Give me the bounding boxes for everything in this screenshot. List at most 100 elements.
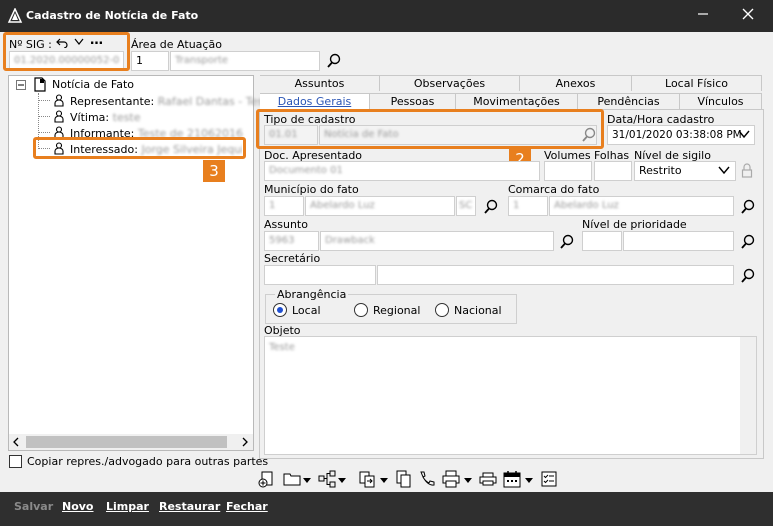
folder-icon[interactable] bbox=[283, 470, 301, 488]
tab-observacoes[interactable]: Observações bbox=[380, 75, 520, 91]
secretario-code-input[interactable] bbox=[264, 265, 376, 285]
close-icon bbox=[742, 8, 754, 20]
comarca-code-input[interactable]: 1 bbox=[508, 196, 548, 216]
tab-local-fisico[interactable]: Local Físico bbox=[632, 75, 762, 91]
tree-item-representante[interactable]: Representante: Rafael Dantas - Teste bbox=[70, 95, 274, 108]
prioridade-code-input[interactable] bbox=[582, 231, 622, 251]
radio-nacional[interactable] bbox=[435, 303, 449, 317]
search-icon[interactable] bbox=[739, 198, 757, 216]
app-logo-icon bbox=[7, 8, 23, 23]
transfer-icon[interactable] bbox=[358, 470, 376, 488]
datahora-input[interactable]: 31/01/2020 03:38:08 PM bbox=[607, 125, 755, 145]
search-icon[interactable] bbox=[739, 267, 757, 285]
area-code-input[interactable]: 1 bbox=[131, 51, 169, 71]
add-document-icon[interactable] bbox=[258, 470, 276, 488]
tree-branch bbox=[38, 116, 50, 117]
area-name-input[interactable]: Transporte bbox=[170, 51, 320, 71]
chevron-down-icon[interactable] bbox=[718, 166, 730, 175]
tree-item-label: Vítima: bbox=[70, 111, 110, 124]
tree-item-value: Rafael Dantas - Teste bbox=[157, 95, 275, 108]
restaurar-button[interactable]: Restaurar bbox=[159, 500, 220, 513]
municipio-code-input[interactable]: 1 bbox=[264, 196, 304, 216]
secretario-label: Secretário bbox=[264, 252, 321, 265]
radio-regional-label: Regional bbox=[373, 304, 421, 317]
tab-assuntos[interactable]: Assuntos bbox=[260, 75, 380, 91]
scroll-left-icon[interactable] bbox=[11, 437, 21, 447]
title-bar: Cadastro de Notícia de Fato bbox=[0, 0, 773, 32]
tree-item-label: Representante: bbox=[70, 95, 155, 108]
radio-local-label: Local bbox=[292, 304, 321, 317]
tab-vinculos[interactable]: Vínculos bbox=[680, 93, 762, 109]
copy-checkbox-label: Copiar repres./advogado para outras part… bbox=[27, 455, 269, 468]
checklist-icon[interactable] bbox=[540, 470, 558, 488]
volumes-input[interactable] bbox=[544, 161, 592, 181]
tab-pendencias[interactable]: Pendências bbox=[578, 93, 680, 109]
novo-button[interactable]: Novo bbox=[62, 500, 94, 513]
folhas-input[interactable] bbox=[594, 161, 632, 181]
annotation-box-3 bbox=[33, 137, 246, 159]
prioridade-name-input[interactable] bbox=[623, 231, 734, 251]
annotation-badge-3: 3 bbox=[203, 160, 225, 182]
doc-input[interactable]: Documento 01 bbox=[264, 161, 540, 181]
scrollbar-thumb[interactable] bbox=[26, 436, 227, 448]
tab-pessoas[interactable]: Pessoas bbox=[370, 93, 456, 109]
search-icon[interactable] bbox=[482, 198, 500, 216]
collapse-icon[interactable] bbox=[16, 80, 26, 90]
copy-icon[interactable] bbox=[395, 470, 413, 488]
tab-dados-gerais[interactable]: Dados Gerais bbox=[260, 93, 370, 109]
search-icon[interactable] bbox=[325, 52, 343, 70]
tree-branch bbox=[38, 132, 50, 133]
area-label: Área de Atuação bbox=[131, 38, 222, 51]
person-icon bbox=[54, 94, 64, 107]
window-title: Cadastro de Notícia de Fato bbox=[26, 9, 199, 22]
calendar-icon[interactable] bbox=[503, 470, 521, 488]
assunto-code-input[interactable]: 5963 bbox=[264, 231, 319, 251]
municipio-name-input[interactable]: Abelardo Luz bbox=[305, 196, 455, 216]
annotation-box-1 bbox=[3, 32, 130, 71]
limpar-button[interactable]: Limpar bbox=[106, 500, 149, 513]
search-icon[interactable] bbox=[558, 233, 576, 251]
assunto-name-input[interactable]: Drawback bbox=[320, 231, 554, 251]
hierarchy-icon[interactable] bbox=[318, 470, 336, 488]
dropdown-icon[interactable] bbox=[338, 478, 346, 483]
tab-anexos[interactable]: Anexos bbox=[520, 75, 632, 91]
objeto-scrollbar[interactable] bbox=[740, 337, 756, 454]
phone-icon[interactable] bbox=[418, 470, 436, 488]
printer-icon[interactable] bbox=[479, 470, 497, 488]
comarca-label: Comarca do fato bbox=[508, 183, 600, 196]
lock-icon[interactable] bbox=[741, 163, 753, 179]
tab-movimentacoes[interactable]: Movimentações bbox=[456, 93, 578, 109]
dropdown-icon[interactable] bbox=[303, 478, 311, 483]
fechar-button[interactable]: Fechar bbox=[226, 500, 268, 513]
document-icon bbox=[34, 77, 46, 92]
tree-item-value: teste bbox=[112, 111, 141, 124]
municipio-label: Município do fato bbox=[264, 183, 359, 196]
prioridade-label: Nível de prioridade bbox=[582, 218, 687, 231]
comarca-name-input[interactable]: Abelardo Luz bbox=[549, 196, 734, 216]
search-icon[interactable] bbox=[739, 233, 757, 251]
abrangencia-label: Abrangência bbox=[275, 288, 349, 301]
tree-root-label[interactable]: Notícia de Fato bbox=[52, 78, 134, 91]
salvar-button[interactable]: Salvar bbox=[14, 500, 53, 513]
dropdown-icon[interactable] bbox=[464, 478, 472, 483]
minimize-icon bbox=[698, 13, 708, 15]
tree-item-vitima[interactable]: Vítima: teste bbox=[70, 111, 141, 124]
annotation-box-2 bbox=[256, 109, 604, 149]
copy-checkbox[interactable] bbox=[9, 455, 22, 468]
scroll-right-icon[interactable] bbox=[240, 437, 250, 447]
objeto-textarea[interactable]: Teste bbox=[264, 336, 757, 455]
chevron-down-icon[interactable] bbox=[738, 130, 750, 139]
radio-nacional-label: Nacional bbox=[454, 304, 502, 317]
assunto-label: Assunto bbox=[264, 218, 308, 231]
person-icon bbox=[54, 110, 64, 123]
secretario-name-input[interactable] bbox=[377, 265, 734, 285]
tree-branch bbox=[38, 100, 50, 101]
print-icon[interactable] bbox=[442, 470, 460, 488]
municipio-uf-input[interactable]: SC bbox=[456, 196, 476, 216]
dropdown-icon[interactable] bbox=[380, 478, 388, 483]
close-button[interactable] bbox=[733, 0, 763, 32]
dropdown-icon[interactable] bbox=[525, 478, 533, 483]
radio-regional[interactable] bbox=[354, 303, 368, 317]
radio-local[interactable] bbox=[273, 303, 287, 317]
minimize-button[interactable] bbox=[688, 0, 718, 32]
